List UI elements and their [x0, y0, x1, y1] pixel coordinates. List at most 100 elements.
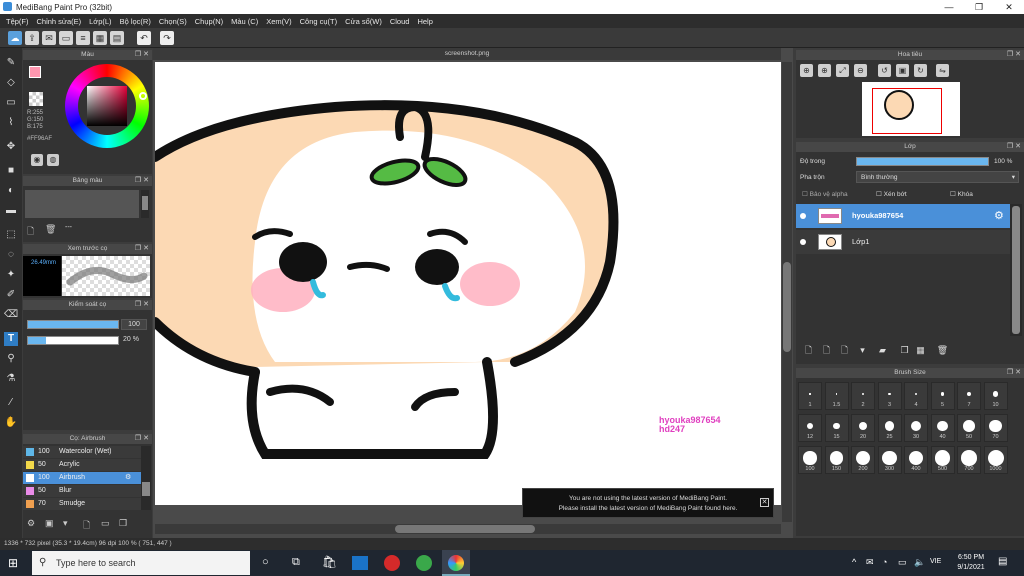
brush-settings-icon[interactable]: ⚙ [125, 472, 131, 484]
visibility-icon[interactable] [800, 213, 806, 219]
medibang-taskbar-icon[interactable] [442, 550, 470, 576]
notification-center-icon[interactable]: ▤ [998, 556, 1007, 567]
transparent-swatch[interactable] [29, 92, 43, 106]
delete-layer-icon[interactable]: 🗑 [936, 344, 949, 357]
brush-size-cell[interactable]: 100 [798, 446, 822, 474]
windows-start-icon[interactable]: ⊞ [8, 556, 22, 570]
brush-size-cell[interactable]: 400 [904, 446, 928, 474]
menu-filter[interactable]: Bộ lọc(R) [120, 17, 151, 26]
new-palette-icon[interactable]: 🗋 [27, 224, 37, 236]
brush-size-cell[interactable]: 12 [798, 414, 822, 442]
brush-size-cell[interactable]: 20 [851, 414, 875, 442]
menu-file[interactable]: Tệp(F) [6, 17, 29, 26]
document-tab[interactable]: screenshot.png [153, 48, 781, 60]
visibility-icon[interactable] [800, 239, 806, 245]
layer-row[interactable]: Lớp1 [796, 230, 1010, 254]
rect-select-tool-icon[interactable]: ▭ [4, 96, 18, 110]
canvas-vertical-scrollbar[interactable] [782, 62, 792, 522]
eraser-tool-icon[interactable]: ◇ [4, 76, 18, 90]
copy-layer-icon[interactable]: 🗋 [838, 344, 851, 357]
select-pen-icon[interactable]: ✐ [4, 288, 18, 302]
grid-icon[interactable]: ▦ [93, 31, 107, 45]
merge-icon[interactable]: ❐ [898, 344, 911, 357]
brush-size-cell[interactable]: 3 [877, 382, 902, 410]
text-tool-icon[interactable]: T [4, 332, 18, 346]
layer-opacity-slider[interactable] [856, 157, 989, 166]
upload-icon[interactable]: ⇪ [25, 31, 39, 45]
delete-palette-icon[interactable]: 🗑 [45, 224, 56, 234]
palette-swatches[interactable] [25, 190, 139, 218]
brush-size-cell[interactable]: 500 [930, 446, 955, 474]
bucket-tool-icon[interactable]: ◐ [4, 184, 18, 198]
brush-size-cell[interactable]: 7 [957, 382, 981, 410]
lasso-tool-icon[interactable]: ⌇ [4, 116, 18, 130]
brush-tool-icon[interactable]: ✎ [4, 56, 18, 70]
layer-name[interactable]: hyouka987654 [852, 211, 903, 220]
language-indicator[interactable]: VIE [930, 558, 941, 565]
speech-icon[interactable]: ▭ [59, 31, 73, 45]
palette-scrollbar[interactable] [141, 190, 149, 218]
cortana-icon[interactable]: ○ [262, 556, 276, 570]
lasso-select-icon[interactable]: ◌ [4, 248, 18, 262]
store-icon[interactable]: 🛍 [322, 555, 338, 571]
fit-icon[interactable]: ⤢ [836, 64, 849, 77]
zoom-in-icon[interactable]: ⊕ [800, 64, 813, 77]
move-tool-icon[interactable]: ✥ [4, 140, 18, 154]
undo-icon[interactable]: ↶ [137, 31, 151, 45]
wifi-icon[interactable]: ◔ [882, 557, 887, 567]
brush-folder-icon[interactable]: ▭ [101, 518, 110, 529]
brush-list-item[interactable]: 70 Smudge [23, 498, 141, 510]
brush-size-cell[interactable]: 300 [877, 446, 902, 474]
panel-icon[interactable]: ▤ [110, 31, 124, 45]
update-notification[interactable]: You are not using the latest version of … [522, 488, 774, 518]
brush-size-cell[interactable]: 40 [930, 414, 955, 442]
lock-checkbox[interactable]: ☐ Khóa [950, 190, 973, 198]
maximize-button[interactable]: ❐ [964, 0, 994, 14]
zoom-out-icon[interactable]: ⊖ [854, 64, 867, 77]
brush-list-item[interactable]: 50 Blur [23, 485, 141, 497]
brush-size-slider[interactable] [27, 320, 119, 329]
list-icon[interactable]: ≡ [76, 31, 90, 45]
protect-alpha-checkbox[interactable]: ☐ Bảo vệ alpha [802, 190, 848, 198]
layer-mask-icon[interactable]: ▦ [914, 344, 927, 357]
blend-mode-select[interactable]: Bình thường ▾ [856, 171, 1019, 183]
eyedropper-tool-icon[interactable]: ⚗ [4, 372, 18, 386]
menu-snap[interactable]: Chụp(N) [195, 17, 223, 26]
foreground-color-swatch[interactable] [29, 66, 41, 78]
brush-list-scrollbar[interactable] [141, 446, 151, 510]
menu-help[interactable]: Help [417, 17, 432, 26]
gradient-tool-icon[interactable]: ▬ [4, 204, 18, 218]
menu-cloud[interactable]: Cloud [390, 17, 410, 26]
brush-size-cell[interactable]: 2 [851, 382, 875, 410]
brush-copy-icon[interactable]: 🗋 [83, 518, 90, 534]
menu-select[interactable]: Chọn(S) [159, 17, 187, 26]
layer-scrollbar[interactable] [1010, 204, 1022, 336]
divide-tool-icon[interactable]: ⁄ [4, 396, 18, 410]
rotate-left-icon[interactable]: ↺ [878, 64, 891, 77]
brush-size-cell[interactable]: 150 [824, 446, 849, 474]
network-icon[interactable]: ✉ [866, 557, 874, 568]
drawing-canvas[interactable]: hyouka987654 hd247 [155, 62, 781, 505]
brush-menu-icon[interactable]: ▾ [63, 518, 68, 529]
new-layer-icon[interactable]: 🗋 [802, 344, 815, 357]
menu-color[interactable]: Màu (C) [231, 17, 258, 26]
brush-size-cell[interactable]: 50 [957, 414, 981, 442]
close-button[interactable]: ✕ [994, 0, 1024, 14]
brush-size-cell[interactable]: 10 [983, 382, 1008, 410]
navigator-thumbnail[interactable] [862, 82, 960, 136]
brush-list-item[interactable]: 100 Airbrush ⚙ [23, 472, 141, 484]
canvas-horizontal-scrollbar[interactable] [155, 524, 781, 534]
select-tool-icon[interactable]: ⬚ [4, 228, 18, 242]
brush-size-cell[interactable]: 30 [904, 414, 928, 442]
magic-wand-icon[interactable]: ✦ [4, 268, 18, 282]
layer-name[interactable]: Lớp1 [852, 237, 869, 246]
operation-tool-icon[interactable]: ⚲ [4, 352, 18, 366]
brush-size-cell[interactable]: 25 [877, 414, 902, 442]
brush-add-icon[interactable]: ▣ [45, 518, 54, 529]
menu-view[interactable]: Xem(V) [266, 17, 291, 26]
opera-icon[interactable] [384, 555, 400, 571]
zoom-in-alt-icon[interactable]: ⊕ [818, 64, 831, 77]
cloud-icon[interactable]: ☁ [8, 31, 22, 45]
notification-close-icon[interactable]: ✕ [760, 498, 769, 507]
palette-icon[interactable]: ◉ [31, 154, 43, 166]
